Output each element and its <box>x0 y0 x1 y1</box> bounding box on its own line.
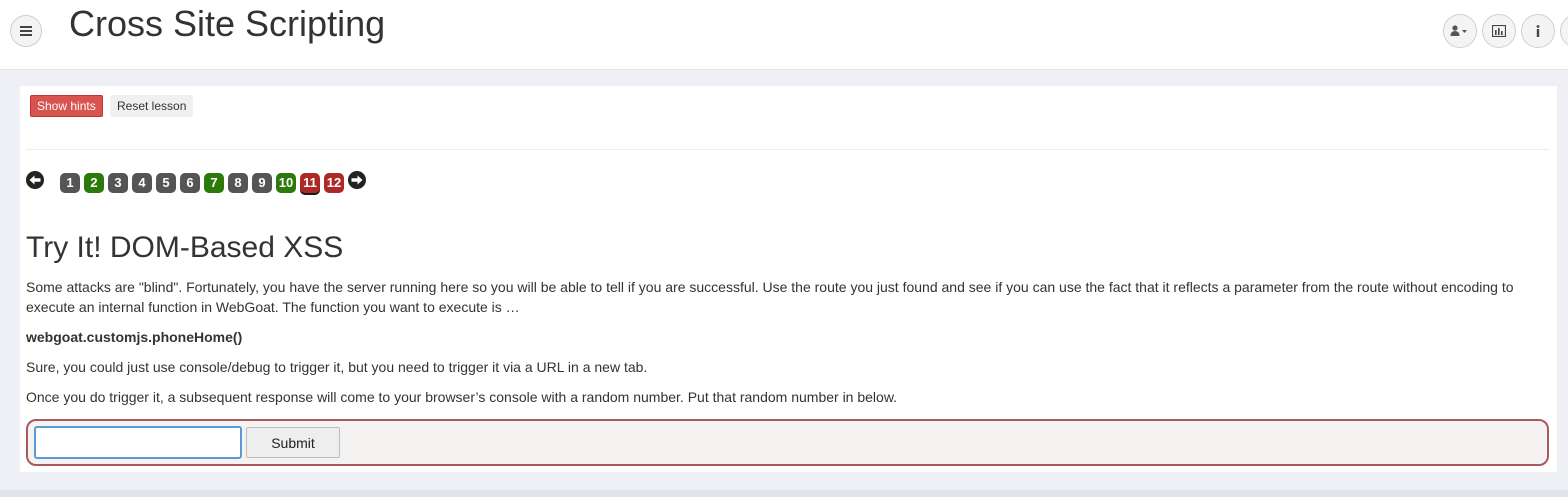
footer-strip <box>0 490 1568 497</box>
user-menu-button[interactable] <box>1443 14 1477 48</box>
page-title: Cross Site Scripting <box>69 3 386 44</box>
lesson-panel: Show hints Reset lesson 1 2 3 4 5 6 7 8 … <box>20 86 1557 472</box>
page-link-10[interactable]: 10 <box>276 173 296 193</box>
page-link-4[interactable]: 4 <box>132 173 152 193</box>
answer-form: Submit <box>26 419 1549 466</box>
next-page-button[interactable] <box>348 171 366 189</box>
page-link-3[interactable]: 3 <box>108 173 128 193</box>
function-name: webgoat.customjs.phoneHome() <box>26 329 243 345</box>
show-hints-button[interactable]: Show hints <box>30 95 103 117</box>
page-link-2[interactable]: 2 <box>84 173 104 193</box>
arrow-left-icon <box>29 175 41 185</box>
page-link-9[interactable]: 9 <box>252 173 272 193</box>
report-card-icon <box>1492 25 1506 37</box>
divider <box>26 149 1549 150</box>
lesson-paragraph: Sure, you could just use console/debug t… <box>26 359 648 375</box>
top-header: Cross Site Scripting <box>0 0 1568 70</box>
reset-lesson-button[interactable]: Reset lesson <box>110 95 194 117</box>
page-link-5[interactable]: 5 <box>156 173 176 193</box>
arrow-right-icon <box>351 175 363 185</box>
menu-toggle-button[interactable] <box>10 15 42 47</box>
hamburger-icon <box>20 26 32 36</box>
user-icon <box>1450 25 1467 36</box>
page-link-7[interactable]: 7 <box>204 173 224 193</box>
page-link-11[interactable]: 11 <box>300 173 320 193</box>
page-link-8[interactable]: 8 <box>228 173 248 193</box>
lesson-paragraph: Once you do trigger it, a subsequent res… <box>26 389 898 405</box>
info-icon <box>1536 25 1540 37</box>
page-link-6[interactable]: 6 <box>180 173 200 193</box>
lesson-paragraph: Some attacks are "blind". Fortunately, y… <box>26 279 1514 315</box>
extra-header-button[interactable] <box>1560 14 1568 48</box>
submit-button[interactable]: Submit <box>246 427 340 458</box>
prev-page-button[interactable] <box>26 171 44 189</box>
page-link-12[interactable]: 12 <box>324 173 344 193</box>
report-card-button[interactable] <box>1482 14 1516 48</box>
answer-input[interactable] <box>34 426 242 459</box>
lesson-title: Try It! DOM-Based XSS <box>26 231 344 264</box>
about-button[interactable] <box>1521 14 1555 48</box>
page-link-1[interactable]: 1 <box>60 173 80 193</box>
